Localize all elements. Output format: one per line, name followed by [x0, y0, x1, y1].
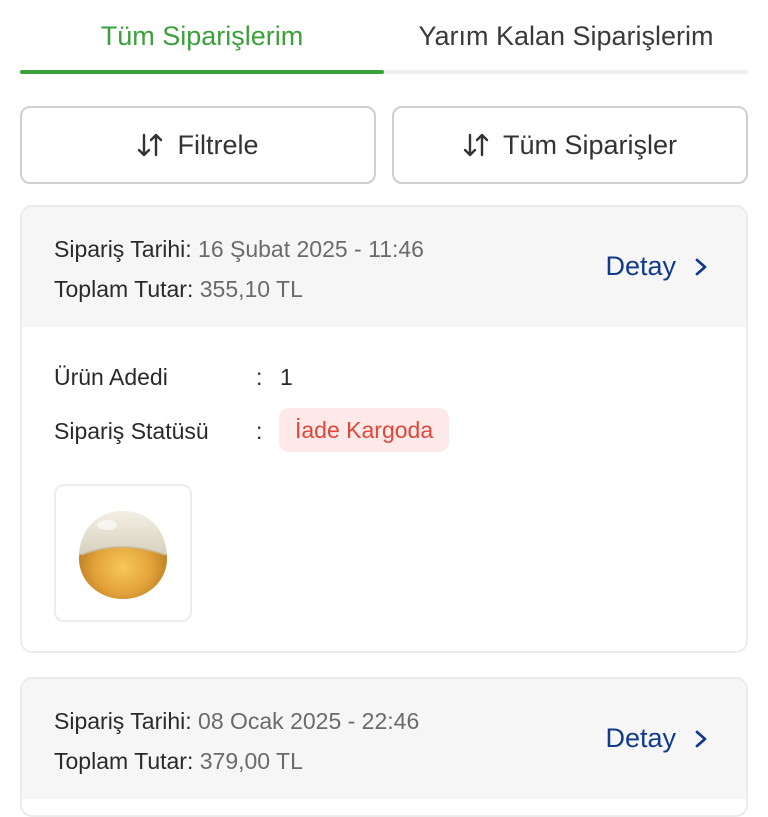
order-status-label: Sipariş Statüsü — [54, 418, 209, 444]
order-detail-link[interactable]: Detay — [605, 251, 708, 282]
all-orders-button[interactable]: Tüm Siparişler — [392, 106, 748, 184]
order-date: Sipariş Tarihi: 08 Ocak 2025 - 22:46 — [54, 708, 419, 735]
order-date-value: 16 Şubat 2025 - 11:46 — [198, 236, 424, 262]
item-count-value: 1 — [280, 364, 293, 390]
order-total: Toplam Tutar: 379,00 TL — [54, 748, 303, 775]
order-date-label: Sipariş Tarihi: — [54, 236, 192, 262]
product-thumbnail[interactable] — [54, 484, 192, 622]
order-detail-link[interactable]: Detay — [605, 723, 708, 754]
sort-arrows-icon — [138, 133, 163, 157]
order-total: Toplam Tutar: 355,10 TL — [54, 276, 303, 303]
order-status-colon: : — [256, 418, 263, 444]
order-total-label: Toplam Tutar: — [54, 276, 194, 302]
perfume-bottle-icon — [79, 511, 167, 599]
filter-button-label: Filtrele — [177, 129, 259, 160]
item-count-label: Ürün Adedi — [54, 364, 168, 390]
order-detail-label: Detay — [605, 723, 676, 753]
order-status-row: Sipariş Statüsü : — [54, 418, 262, 445]
order-card-header: Sipariş Tarihi: 16 Şubat 2025 - 11:46 To… — [22, 207, 746, 327]
tab-active-indicator — [20, 70, 384, 74]
order-date-value: 08 Ocak 2025 - 22:46 — [198, 708, 420, 734]
order-total-value: 379,00 TL — [199, 748, 303, 774]
order-date-label: Sipariş Tarihi: — [54, 708, 192, 734]
all-orders-button-label: Tüm Siparişler — [502, 129, 678, 160]
tab-incomplete-orders[interactable]: Yarım Kalan Siparişlerim — [384, 0, 748, 72]
order-card-header: Sipariş Tarihi: 08 Ocak 2025 - 22:46 Top… — [22, 679, 746, 799]
order-detail-label: Detay — [605, 251, 676, 281]
item-count-colon: : — [256, 364, 263, 390]
filter-button[interactable]: Filtrele — [20, 106, 376, 184]
tab-all-orders[interactable]: Tüm Siparişlerim — [20, 0, 384, 72]
status-badge: İade Kargoda — [279, 408, 450, 452]
order-card: Sipariş Tarihi: 16 Şubat 2025 - 11:46 To… — [20, 205, 748, 653]
sort-arrows-icon — [463, 133, 489, 157]
item-count-row: Ürün Adedi : 1 — [54, 364, 293, 391]
order-tabs: Tüm Siparişlerim Yarım Kalan Siparişleri… — [20, 0, 748, 75]
chevron-right-icon — [695, 730, 707, 747]
order-date: Sipariş Tarihi: 16 Şubat 2025 - 11:46 — [54, 236, 424, 263]
order-card: Sipariş Tarihi: 08 Ocak 2025 - 22:46 Top… — [20, 677, 748, 817]
order-total-value: 355,10 TL — [199, 276, 303, 302]
order-total-label: Toplam Tutar: — [54, 748, 194, 774]
chevron-right-icon — [695, 258, 707, 275]
